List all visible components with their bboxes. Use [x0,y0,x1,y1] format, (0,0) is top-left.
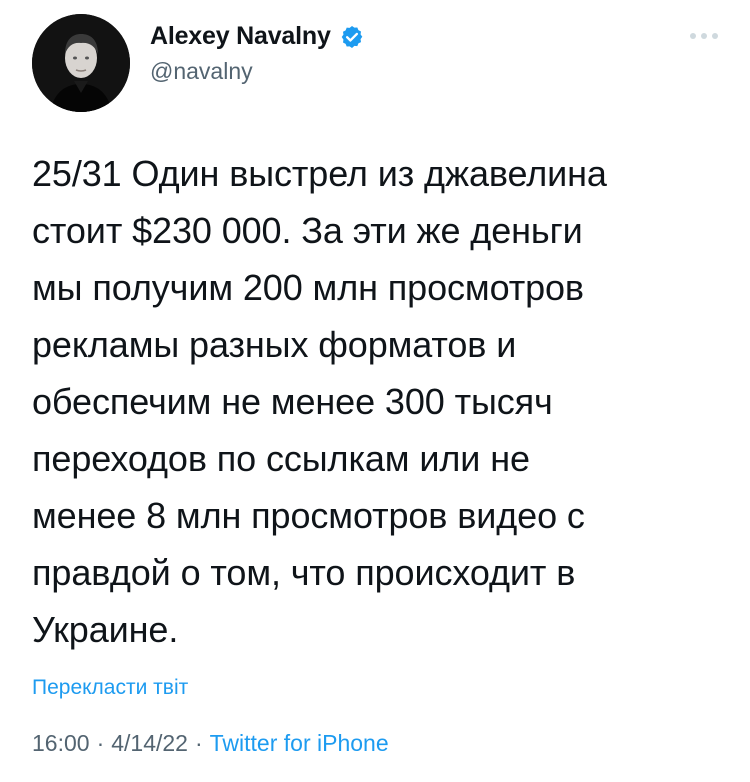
tweet-date[interactable]: 4/14/22 [111,730,188,757]
avatar-image [32,14,130,112]
verified-badge-icon [339,24,365,50]
more-dot [712,33,718,39]
author-name-row[interactable]: Alexey Navalny [150,22,365,51]
author-handle[interactable]: @navalny [150,58,253,85]
author-display-name[interactable]: Alexey Navalny [150,22,331,51]
more-dot [701,33,707,39]
tweet-metadata: 16:00 · 4/14/22 · Twitter for iPhone [32,730,389,757]
tweet-text: 25/31 Один выстрел из джавелина стоит $2… [32,153,607,650]
more-dot [690,33,696,39]
tweet-source-link[interactable]: Twitter for iPhone [210,730,389,757]
translate-tweet-link[interactable]: Перекласти твіт [32,676,188,700]
tweet-time[interactable]: 16:00 [32,730,90,757]
metadata-separator: · [194,730,203,756]
more-options-icon[interactable] [684,22,724,50]
avatar[interactable] [32,14,130,112]
metadata-separator: · [96,730,105,756]
